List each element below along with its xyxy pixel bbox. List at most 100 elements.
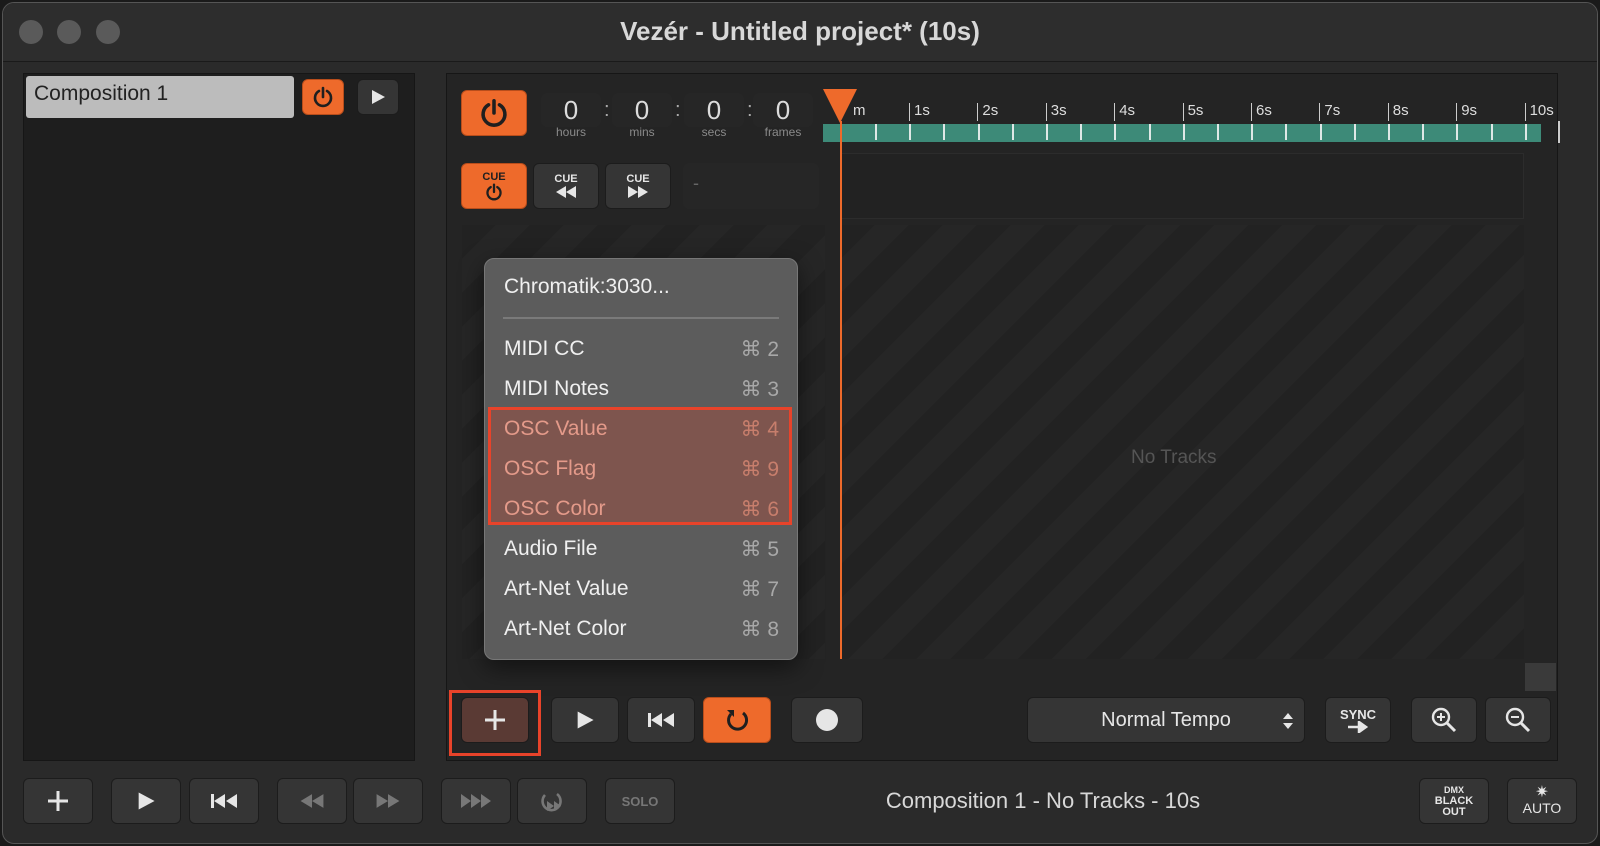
dmx-blackout-button[interactable]: DMX BLACK OUT — [1419, 778, 1489, 824]
range-bar-tick — [1011, 124, 1014, 140]
add-composition-button[interactable] — [23, 778, 93, 824]
zoom-in-button[interactable] — [1411, 697, 1477, 743]
add-track-button[interactable] — [461, 697, 529, 743]
play-icon — [138, 792, 155, 810]
composition-active-button[interactable] — [461, 90, 527, 136]
skip-to-start-icon — [648, 713, 674, 727]
composition-item[interactable]: Composition 1 — [26, 76, 294, 118]
range-bar-tick — [1080, 124, 1083, 140]
composition-name[interactable]: Composition 1 — [34, 82, 168, 106]
menu-item-shortcut: ⌘ 7 — [740, 578, 779, 601]
zoom-in-icon — [1431, 707, 1457, 733]
playhead-marker[interactable] — [821, 87, 859, 125]
composition-play-button[interactable] — [357, 79, 399, 115]
star-icon: ✷ — [1535, 784, 1549, 801]
range-bar-tick — [1456, 124, 1459, 140]
composition-list-panel: Composition 1 — [23, 73, 415, 761]
track-lanes-area[interactable]: No Tracks — [841, 225, 1524, 659]
playhead-line — [840, 121, 842, 659]
app-window: Vezér - Untitled project* (10s) Composit… — [2, 2, 1598, 844]
loop-button[interactable] — [703, 697, 771, 743]
menu-header-item[interactable]: Chromatik:3030... — [504, 275, 670, 299]
corner-resize-handle[interactable] — [1525, 663, 1556, 691]
timecode-separator: : — [604, 99, 610, 121]
menu-item-shortcut: ⌘ 2 — [740, 338, 779, 361]
timecode-separator: : — [675, 99, 681, 121]
timecode-hours[interactable]: 0 — [541, 93, 601, 127]
range-bar-tick — [1148, 124, 1151, 140]
record-button[interactable] — [791, 697, 863, 743]
fast-forward-icon — [376, 794, 400, 808]
cue-previous-button[interactable]: CUE — [533, 163, 599, 209]
window-title: Vezér - Untitled project* (10s) — [620, 16, 980, 46]
title-bar: Vezér - Untitled project* (10s) — [3, 3, 1597, 62]
cue-label: CUE — [626, 172, 650, 185]
zoom-out-button[interactable] — [1485, 697, 1551, 743]
range-bar-tick — [1388, 124, 1390, 140]
tempo-value: Normal Tempo — [1101, 708, 1231, 731]
power-icon — [481, 98, 507, 127]
status-text: Composition 1 - No Tracks - 10s — [885, 788, 1201, 813]
range-bar-tick — [1490, 124, 1493, 140]
rewind-icon — [300, 794, 324, 808]
ruler-tick-label: 4s — [1114, 103, 1135, 121]
zoom-out-icon — [1505, 707, 1531, 733]
rewind-to-start-button[interactable] — [627, 697, 695, 743]
cue-label: CUE — [482, 170, 506, 183]
auto-button[interactable]: ✷ AUTO — [1507, 778, 1577, 824]
ruler-tick-label: 9s — [1456, 103, 1477, 121]
rewind-all-button[interactable] — [189, 778, 259, 824]
triple-forward-icon — [461, 794, 491, 808]
sync-button[interactable]: SYNC — [1325, 697, 1391, 743]
timecode-mins[interactable]: 0 — [612, 93, 672, 127]
loop-forward-button[interactable] — [517, 778, 587, 824]
tempo-select[interactable]: Normal Tempo — [1027, 697, 1305, 743]
skip-forward-button[interactable] — [441, 778, 511, 824]
range-bar-tick — [1422, 124, 1425, 140]
play-all-button[interactable] — [111, 778, 181, 824]
timecode-separator: : — [747, 99, 753, 121]
solo-label: SOLO — [621, 793, 659, 809]
range-bar-tick — [1217, 124, 1219, 140]
menu-item[interactable]: Art-Net Color ⌘ 8 — [485, 609, 797, 649]
previous-composition-button[interactable] — [277, 778, 347, 824]
solo-button[interactable]: SOLO — [605, 778, 675, 824]
ruler-tick-label: 1s — [909, 103, 930, 121]
timecode-secs[interactable]: 0 — [684, 93, 744, 127]
range-bar-tick — [1182, 124, 1185, 140]
menu-item-label: Audio File — [504, 537, 598, 560]
power-icon — [486, 182, 502, 200]
composition-power-button[interactable] — [302, 79, 344, 115]
osc-highlight-box — [488, 407, 792, 525]
ruler-tick-label: 2s — [977, 103, 998, 121]
menu-item[interactable]: MIDI CC ⌘ 2 — [485, 329, 797, 369]
menu-item[interactable]: Audio File ⌘ 5 — [485, 529, 797, 569]
play-button[interactable] — [551, 697, 619, 743]
play-icon — [577, 711, 594, 729]
ruler-tick-label: 6s — [1251, 103, 1272, 121]
range-bar-tick — [1114, 124, 1117, 140]
timecode-secs-label: secs — [701, 125, 727, 139]
next-composition-button[interactable] — [353, 778, 423, 824]
range-bar-tick — [943, 124, 946, 140]
timecode-frames[interactable]: 0 — [753, 93, 813, 127]
range-bar-tick — [977, 124, 980, 140]
cue-next-button[interactable]: CUE — [605, 163, 671, 209]
ruler-tick-label: 8s — [1387, 103, 1409, 121]
menu-item[interactable]: Art-Net Value ⌘ 7 — [485, 569, 797, 609]
cue-lane[interactable] — [841, 153, 1524, 219]
cue-active-button[interactable]: CUE — [461, 163, 527, 209]
skip-to-start-icon — [211, 794, 237, 808]
range-bar-tick — [1251, 124, 1254, 140]
rewind-icon — [556, 185, 576, 198]
menu-item-shortcut: ⌘ 3 — [740, 378, 779, 401]
sync-label: SYNC — [1339, 706, 1377, 722]
cue-name-field[interactable]: - — [683, 163, 819, 209]
record-icon — [816, 709, 838, 731]
menu-item[interactable]: MIDI Notes ⌘ 3 — [485, 369, 797, 409]
loop-forward-icon — [541, 792, 562, 812]
timecode-hours-label: hours — [555, 125, 587, 139]
out-label: OUT — [1442, 805, 1466, 818]
cue-name-value: - — [693, 173, 699, 193]
range-bar-tick — [1319, 124, 1322, 140]
